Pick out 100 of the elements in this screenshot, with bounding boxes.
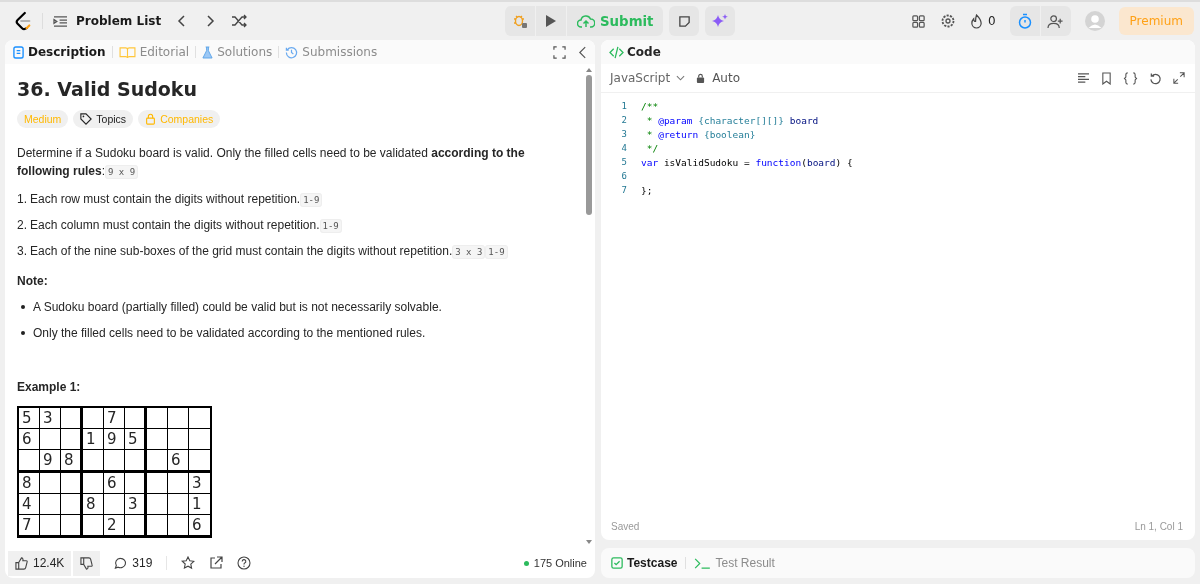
description-text: Determine if a Sudoku board is valid. Only the filled cells need to be validated according to the following rules: 9 x 9 xyxy=(17,145,526,181)
board-cell xyxy=(83,450,104,473)
board-cell xyxy=(104,450,125,473)
line-number: 1 xyxy=(620,101,628,111)
board-cell xyxy=(147,429,168,450)
comments-button[interactable]: 319 xyxy=(114,556,153,570)
layout-icon[interactable] xyxy=(910,13,926,29)
panel-tab[interactable]: Editorial xyxy=(118,45,190,59)
ai-button[interactable] xyxy=(705,6,736,36)
bullet-dot xyxy=(21,331,25,335)
board-cell xyxy=(40,473,61,494)
board-cell: 1 xyxy=(189,494,210,515)
flask-icon xyxy=(202,45,214,59)
collapse-icon[interactable] xyxy=(578,45,587,59)
code-line: /** xyxy=(641,100,659,112)
note-text: A Sudoku board (partially filled) could be valid but is not necessarily solvable. xyxy=(33,300,442,314)
settings-icon[interactable] xyxy=(939,13,956,29)
board-cell xyxy=(125,450,147,473)
comment-icon xyxy=(114,556,128,570)
code-line: * @param {character[][]} board xyxy=(645,114,819,126)
language-dropdown[interactable]: JavaScript xyxy=(610,71,686,85)
board-cell: 5 xyxy=(19,408,40,429)
auto-mode-label[interactable]: Auto xyxy=(696,71,741,85)
add-user-icon xyxy=(1047,13,1065,29)
online-count: 175 Online xyxy=(523,557,587,569)
board-cell xyxy=(61,473,83,494)
panel-tab[interactable]: Solutions xyxy=(202,45,273,59)
scrollbar-thumb[interactable] xyxy=(586,75,592,215)
code-line: }; xyxy=(641,184,653,196)
board-cell xyxy=(40,515,61,538)
shuffle-icon[interactable] xyxy=(231,14,248,28)
thumbs-down-icon xyxy=(80,556,94,570)
board-cell: 6 xyxy=(19,429,40,450)
thumbs-up-icon xyxy=(15,556,28,570)
star-icon[interactable] xyxy=(181,556,196,570)
bookmark-icon[interactable] xyxy=(1101,71,1112,85)
board-cell xyxy=(168,494,189,515)
board-cell xyxy=(168,429,189,450)
board-cell xyxy=(168,515,189,538)
help-icon[interactable] xyxy=(237,556,252,570)
document-icon xyxy=(13,45,24,59)
rule-text: 3. Each of the nine sub-boxes of the grid must contain the digits without repetition. 3 x 3 1-9 xyxy=(17,243,573,260)
board-cell xyxy=(61,515,83,538)
code-line: */ xyxy=(645,142,659,154)
board-cell: 1 xyxy=(83,429,104,450)
undo-icon[interactable] xyxy=(1149,71,1162,85)
rule-text: 1. Each row must contain the digits without repetition. 1-9 xyxy=(17,191,573,208)
sparkle-icon xyxy=(712,13,729,29)
book-icon xyxy=(118,45,136,59)
logo-icon[interactable] xyxy=(14,11,32,31)
board-cell: 6 xyxy=(104,473,125,494)
streak-counter[interactable]: 0 xyxy=(969,13,996,29)
dislike-button[interactable] xyxy=(73,550,101,576)
board-cell xyxy=(147,494,168,515)
board-cell: 2 xyxy=(104,515,125,538)
panel-tab[interactable]: Description xyxy=(13,45,106,59)
bug-icon xyxy=(512,13,528,29)
list-icon xyxy=(53,14,68,28)
board-cell xyxy=(125,515,147,538)
tag-chip[interactable]: Topics xyxy=(73,110,134,128)
tag-icon xyxy=(80,113,93,125)
line-number: 6 xyxy=(620,171,628,181)
panel-tab[interactable]: Submissions xyxy=(285,45,378,59)
panel-tab[interactable]: Testcase xyxy=(611,556,678,570)
cursor-position: Ln 1, Col 1 xyxy=(1134,520,1183,532)
like-button[interactable]: 12.4K xyxy=(8,550,72,576)
add-user-button[interactable] xyxy=(1040,6,1071,36)
board-cell xyxy=(147,515,168,538)
note-text: Only the filled cells need to be validated according to the mentioned rules. xyxy=(33,326,426,340)
note-icon xyxy=(677,14,691,28)
note-button[interactable] xyxy=(669,6,700,36)
board-cell xyxy=(40,494,61,515)
fullscreen-icon[interactable] xyxy=(553,45,566,59)
lock-icon xyxy=(145,113,157,125)
board-cell: 6 xyxy=(189,515,210,538)
timer-button[interactable] xyxy=(1009,6,1040,36)
run-button[interactable] xyxy=(536,6,566,36)
panel-title: Code xyxy=(609,45,661,59)
debug-button[interactable] xyxy=(505,6,535,36)
format-icon[interactable] xyxy=(1077,72,1090,84)
history-icon xyxy=(285,45,299,59)
share-icon[interactable] xyxy=(209,556,224,570)
braces-icon[interactable] xyxy=(1123,71,1138,85)
board-cell xyxy=(61,429,83,450)
board-cell xyxy=(147,450,168,473)
board-cell xyxy=(40,429,61,450)
line-number: 2 xyxy=(620,115,628,125)
board-cell: 8 xyxy=(19,473,40,494)
checkbox-icon xyxy=(611,557,623,569)
board-cell: 3 xyxy=(189,473,210,494)
board-cell xyxy=(125,473,147,494)
problem-list-button[interactable]: Problem List xyxy=(53,14,162,28)
panel-tab[interactable]: Test Result xyxy=(694,556,775,570)
expand-icon[interactable] xyxy=(1173,72,1185,84)
board-cell: 6 xyxy=(168,450,189,473)
board-cell: 7 xyxy=(19,515,40,538)
board-cell xyxy=(147,473,168,494)
bullet-dot xyxy=(21,305,25,309)
board-cell: 3 xyxy=(40,408,61,429)
line-number: 3 xyxy=(620,129,628,139)
